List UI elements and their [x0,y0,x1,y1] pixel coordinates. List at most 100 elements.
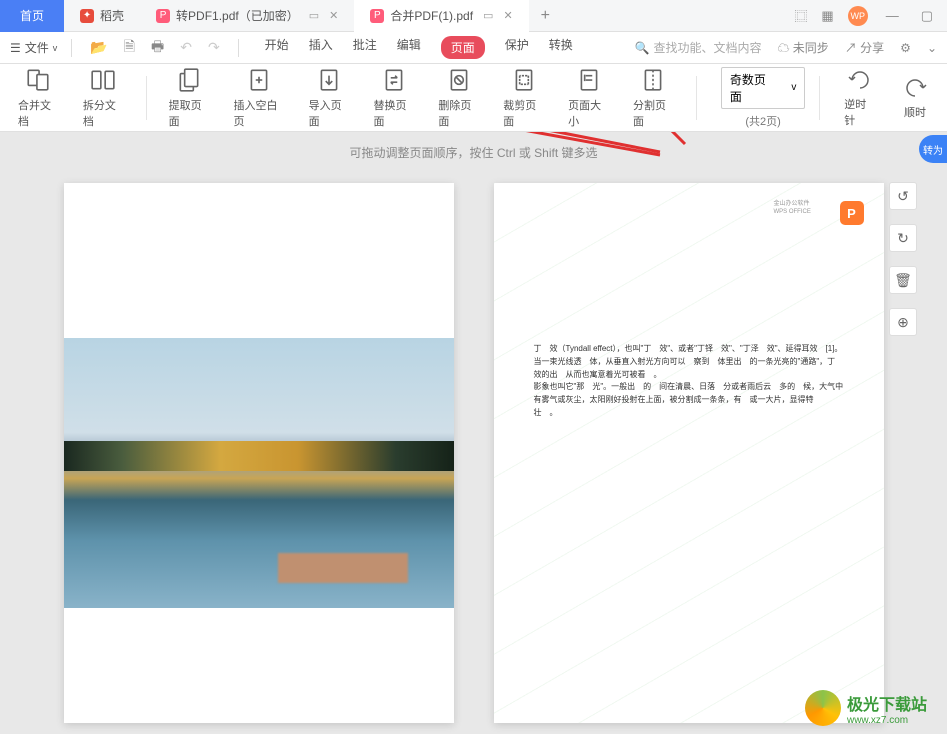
tab-docer[interactable]: ✦ 稻壳 [64,0,140,32]
rotate-right-button[interactable]: ↻ [889,224,917,252]
brand-watermark: 极光下载站 www.xz7.com [805,690,927,726]
tab-label: 稻壳 [100,7,124,24]
tool-label: 插入空白页 [234,97,285,129]
menu-convert[interactable]: 转换 [549,36,573,59]
insert-blank-button[interactable]: 插入空白页 [226,67,293,129]
page1-image [64,338,454,608]
page-thumb-1[interactable] [64,183,454,723]
menubar: ☰ 文件 v 📂 🗎 🖶 ↶ ↷ 开始 插入 批注 编辑 页面 保护 转换 🔍 … [0,32,947,64]
import-icon [316,67,342,93]
share-button[interactable]: ↗ 分享 [845,39,884,56]
tool-label: 导入页面 [309,97,350,129]
pagesize-icon [576,67,602,93]
brand-swirl-icon [805,690,841,726]
pdf-icon: P [370,9,384,23]
merge-icon [25,67,51,93]
menu-tabs: 开始 插入 批注 编辑 页面 保护 转换 [265,36,573,59]
restore-icon[interactable]: ▭ [309,9,319,22]
redo-icon[interactable]: ↷ [204,39,224,56]
file-menu[interactable]: ☰ 文件 v [10,39,57,56]
rotate-ccw-icon [848,68,872,92]
split-icon [90,67,116,93]
split-button[interactable]: 拆分文档 [75,67,132,129]
delete-button[interactable]: 删除页面 [430,67,487,129]
tool-label: 分割页面 [633,97,674,129]
page-thumb-2[interactable]: P 金山办公软件WPS OFFICE 丁 效（Tyndall effect），也… [494,183,884,723]
tool-label: 顺时 [904,104,926,120]
maximize-button[interactable]: ▢ [917,8,937,24]
open-icon[interactable]: 📂 [86,39,111,56]
menu-edit[interactable]: 编辑 [397,36,421,59]
rotate-cw-button[interactable]: 顺时 [893,76,937,120]
rotate-cw-icon [903,76,927,100]
docer-icon: ✦ [80,9,94,23]
restore-icon[interactable]: ▭ [483,9,493,22]
splitpage-button[interactable]: 分割页面 [625,67,682,129]
sync-status[interactable]: ☁ 未同步 [777,39,828,56]
divider [146,76,147,120]
watermark-bg [494,183,884,723]
tab-merged-pdf[interactable]: P 合并PDF(1).pdf ▭ ✕ [354,0,528,32]
page2-body-text: 丁 效（Tyndall effect），也叫"丁 效"、或者"丁铎 效"、"丁泽… [534,343,844,420]
delete-icon [446,67,472,93]
page-count: (共2页) [745,113,780,129]
tool-label: 合并文档 [18,97,59,129]
tab-label: 合并PDF(1).pdf [390,7,473,24]
print-icon[interactable]: 🖶 [147,36,168,60]
divider [696,76,697,120]
import-button[interactable]: 导入页面 [301,67,358,129]
merge-button[interactable]: 合并文档 [10,67,67,129]
side-buttons: ↺ ↻ 🗑 ⊕ [889,182,917,336]
titlebar: 首页 ✦ 稻壳 P 转PDF1.pdf（已加密） ▭ ✕ P 合并PDF(1).… [0,0,947,32]
minimize-button[interactable]: ― [882,8,903,23]
extract-button[interactable]: 提取页面 [161,67,218,129]
chevron-icon[interactable]: ⌄ [927,41,937,55]
menu-page[interactable]: 页面 [441,36,485,59]
search-icon: 🔍 [634,41,649,55]
chevron-down-icon: v [791,82,796,93]
tool-label: 逆时针 [844,96,875,128]
close-icon[interactable]: ✕ [329,9,338,22]
settings-icon[interactable]: ⚙ [900,41,911,55]
tool-label: 页面大小 [568,97,609,129]
add-page-button[interactable]: ⊕ [889,308,917,336]
menu-start[interactable]: 开始 [265,36,289,59]
menu-insert[interactable]: 插入 [309,36,333,59]
hamburger-icon: ☰ [10,41,21,55]
new-tab-button[interactable]: + [529,7,562,25]
file-label: 文件 [25,39,49,56]
toolbar: 合并文档 拆分文档 提取页面 插入空白页 导入页面 替换页面 删除页面 裁剪页面… [0,64,947,132]
rotate-ccw-button[interactable]: 逆时针 [834,68,885,128]
close-icon[interactable]: ✕ [503,9,512,22]
save-icon[interactable]: 🗎 [120,36,139,60]
extract-icon [176,67,202,93]
wps-logo-text: 金山办公软件WPS OFFICE [774,201,834,217]
crop-icon [511,67,537,93]
menu-annotate[interactable]: 批注 [353,36,377,59]
tab-home[interactable]: 首页 [0,0,64,32]
rotate-left-button[interactable]: ↺ [889,182,917,210]
crop-button[interactable]: 裁剪页面 [495,67,552,129]
divider [819,76,820,120]
page-selector-group: 奇数页面 v (共2页) [721,67,806,129]
tool-label: 拆分文档 [83,97,124,129]
layout1-icon[interactable]: ⿴ [794,6,807,25]
layout2-icon[interactable]: ▦ [821,8,833,24]
delete-page-button[interactable]: 🗑 [889,266,917,294]
tool-label: 替换页面 [374,97,415,129]
tab-pdf1[interactable]: P 转PDF1.pdf（已加密） ▭ ✕ [140,0,354,32]
splitpage-icon [640,67,666,93]
convert-float-badge[interactable]: 转为 [919,135,947,163]
search-box[interactable]: 🔍 查找功能、文档内容 [634,39,761,56]
divider [71,39,72,57]
content-area: 可拖动调整页面顺序，按住 Ctrl 或 Shift 键多选 转为 P 金山办公软… [0,132,947,734]
replace-button[interactable]: 替换页面 [366,67,423,129]
tab-label: 转PDF1.pdf（已加密） [176,7,299,24]
search-placeholder: 查找功能、文档内容 [653,39,761,56]
menu-protect[interactable]: 保护 [505,36,529,59]
page-filter-dropdown[interactable]: 奇数页面 v [721,67,806,109]
undo-icon[interactable]: ↶ [176,39,196,56]
pagesize-button[interactable]: 页面大小 [560,67,617,129]
user-avatar[interactable]: WP [848,6,868,26]
brand-url: www.xz7.com [847,715,927,726]
